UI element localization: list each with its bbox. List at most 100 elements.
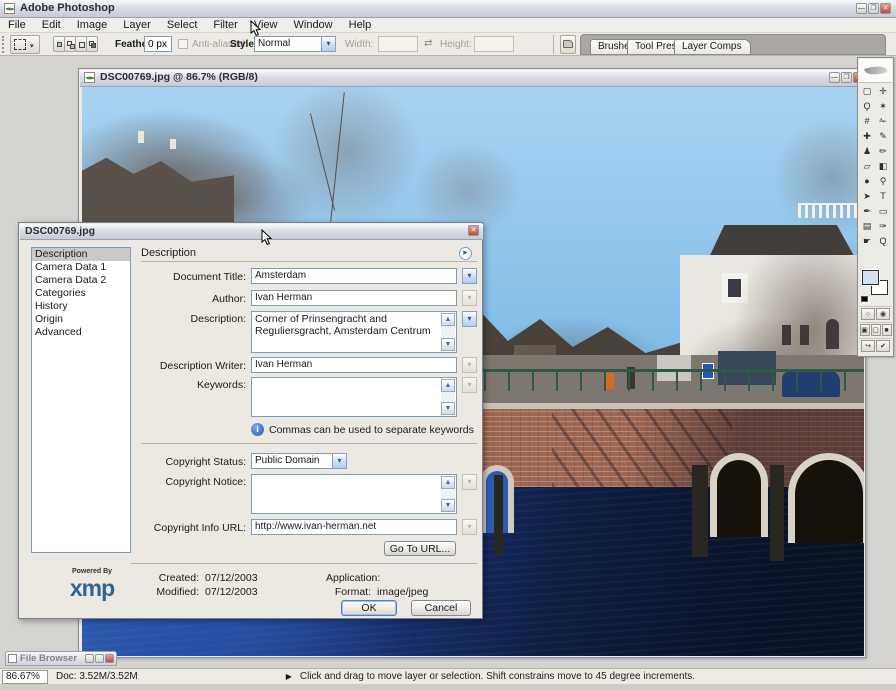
- dialog-close-button[interactable]: ✕: [468, 225, 479, 236]
- menu-filter[interactable]: Filter: [205, 19, 245, 31]
- scroll-down-icon[interactable]: ▼: [441, 338, 455, 351]
- foreground-color-swatch[interactable]: [862, 270, 879, 285]
- blur-tool[interactable]: ●: [859, 174, 875, 189]
- section-description[interactable]: Description: [32, 248, 130, 261]
- default-colors-icon[interactable]: [861, 296, 868, 302]
- minimize-button[interactable]: —: [856, 3, 867, 14]
- rectangular-marquee-tool[interactable]: ▢: [859, 84, 875, 99]
- history-brush-tool[interactable]: ✏: [875, 144, 891, 159]
- copyright-notice-field[interactable]: ▲▼: [251, 474, 457, 514]
- menu-image[interactable]: Image: [69, 19, 116, 31]
- description-writer-dropdown[interactable]: ▾: [462, 357, 477, 373]
- menu-layer[interactable]: Layer: [115, 19, 159, 31]
- swap-dimensions-icon[interactable]: ⇄: [424, 38, 432, 49]
- author-dropdown[interactable]: ▾: [462, 290, 477, 306]
- fullscreen-menubar-button[interactable]: ▢: [871, 324, 881, 336]
- doc-minimize-button[interactable]: —: [829, 72, 840, 83]
- doc-restore-button[interactable]: ❐: [841, 72, 852, 83]
- scroll-up-icon[interactable]: ▲: [441, 313, 455, 326]
- options-bar-grip[interactable]: [2, 36, 6, 53]
- cancel-button[interactable]: Cancel: [411, 600, 471, 616]
- eraser-tool[interactable]: ▱: [859, 159, 875, 174]
- file-browser-toggle-button[interactable]: [560, 35, 576, 54]
- antialiased-checkbox[interactable]: [178, 39, 188, 49]
- notes-tool[interactable]: ▤: [859, 219, 875, 234]
- fb-restore-button[interactable]: [95, 654, 104, 663]
- menu-edit[interactable]: Edit: [34, 19, 69, 31]
- scroll-up-icon[interactable]: ▲: [441, 379, 455, 392]
- slice-tool[interactable]: ✁: [875, 114, 891, 129]
- status-arrow-icon[interactable]: ▶: [286, 672, 292, 681]
- menu-view[interactable]: View: [246, 19, 286, 31]
- keywords-scrollbar[interactable]: ▲▼: [441, 379, 455, 415]
- section-origin[interactable]: Origin: [32, 313, 130, 326]
- type-tool[interactable]: T: [875, 189, 891, 204]
- fullscreen-button[interactable]: ■: [882, 324, 892, 336]
- healing-brush-tool[interactable]: ✚: [859, 129, 875, 144]
- copyright-notice-scrollbar[interactable]: ▲▼: [441, 476, 455, 512]
- scroll-up-icon[interactable]: ▲: [441, 476, 455, 489]
- go-to-url-button[interactable]: Go To URL...: [384, 541, 456, 556]
- keywords-dropdown[interactable]: ▾: [462, 377, 477, 393]
- document-title-field[interactable]: Amsterdam: [251, 268, 457, 284]
- standard-mode-button[interactable]: ○: [861, 308, 875, 320]
- copyright-status-select[interactable]: Public Domain ▾: [251, 453, 347, 469]
- crop-tool[interactable]: #: [859, 114, 875, 129]
- menu-help[interactable]: Help: [341, 19, 380, 31]
- quick-mask-mode-button[interactable]: ◉: [876, 308, 890, 320]
- dodge-tool[interactable]: ⚲: [875, 174, 891, 189]
- section-categories[interactable]: Categories: [32, 287, 130, 300]
- intersect-selection-button[interactable]: [86, 36, 98, 52]
- dialog-titlebar[interactable]: DSC00769.jpg ✕: [20, 224, 483, 240]
- magic-wand-tool[interactable]: ✶: [875, 99, 891, 114]
- edit-in-imageready-button[interactable]: ↪: [861, 340, 875, 352]
- description-scrollbar[interactable]: ▲▼: [441, 313, 455, 351]
- flyout-menu-button[interactable]: ▶: [459, 247, 472, 260]
- fb-close-button[interactable]: [105, 654, 114, 663]
- lasso-tool[interactable]: Ϙ: [859, 99, 875, 114]
- feather-input[interactable]: [144, 36, 172, 52]
- ok-button[interactable]: OK: [341, 600, 397, 616]
- author-field[interactable]: Ivan Herman: [251, 290, 457, 306]
- hand-tool[interactable]: ☛: [859, 234, 875, 249]
- height-input[interactable]: [474, 36, 514, 52]
- width-input[interactable]: [378, 36, 418, 52]
- document-titlebar[interactable]: DSC00769.jpg @ 86.7% (RGB/8) — ❐ ✕: [80, 70, 866, 87]
- standard-screen-button[interactable]: ▣: [860, 324, 870, 336]
- pen-tool[interactable]: ✒: [859, 204, 875, 219]
- path-selection-tool[interactable]: ➤: [859, 189, 875, 204]
- current-tool-button[interactable]: ▾: [10, 35, 40, 54]
- eyedropper-tool[interactable]: ✑: [875, 219, 891, 234]
- copyright-url-field[interactable]: http://www.ivan-herman.net: [251, 519, 457, 535]
- description-field[interactable]: Corner of Prinsengracht and Reguliersgra…: [251, 311, 457, 353]
- move-tool[interactable]: ✛: [875, 84, 891, 99]
- main-titlebar[interactable]: Adobe Photoshop — ❐ ✕: [0, 0, 896, 18]
- scroll-down-icon[interactable]: ▼: [441, 499, 455, 512]
- shape-tool[interactable]: ▭: [875, 204, 891, 219]
- maximize-button[interactable]: ❐: [868, 3, 879, 14]
- keywords-field[interactable]: ▲▼: [251, 377, 457, 417]
- toolbox-header[interactable]: [859, 59, 892, 83]
- close-button[interactable]: ✕: [880, 3, 891, 14]
- description-dropdown[interactable]: ▾: [462, 311, 477, 327]
- tab-layer-comps[interactable]: Layer Comps: [674, 39, 751, 54]
- scroll-down-icon[interactable]: ▼: [441, 402, 455, 415]
- menu-select[interactable]: Select: [159, 19, 206, 31]
- clone-stamp-tool[interactable]: ♟: [859, 144, 875, 159]
- description-writer-field[interactable]: Ivan Herman: [251, 357, 457, 373]
- style-dropdown-icon[interactable]: ▾: [321, 36, 336, 52]
- document-title-dropdown[interactable]: ▾: [462, 268, 477, 284]
- section-camera-data-1[interactable]: Camera Data 1: [32, 261, 130, 274]
- copyright-status-dropdown-icon[interactable]: ▾: [332, 453, 347, 469]
- copyright-notice-dropdown[interactable]: ▾: [462, 474, 477, 490]
- menu-file[interactable]: File: [0, 19, 34, 31]
- copyright-url-dropdown[interactable]: ▾: [462, 519, 477, 535]
- section-advanced[interactable]: Advanced: [32, 326, 130, 339]
- zoom-tool[interactable]: Q: [875, 234, 891, 249]
- section-history[interactable]: History: [32, 300, 130, 313]
- file-browser-window[interactable]: File Browser: [5, 651, 117, 666]
- fb-minimize-button[interactable]: [85, 654, 94, 663]
- style-select[interactable]: Normal ▾: [254, 36, 336, 52]
- section-camera-data-2[interactable]: Camera Data 2: [32, 274, 130, 287]
- gradient-tool[interactable]: ◧: [875, 159, 891, 174]
